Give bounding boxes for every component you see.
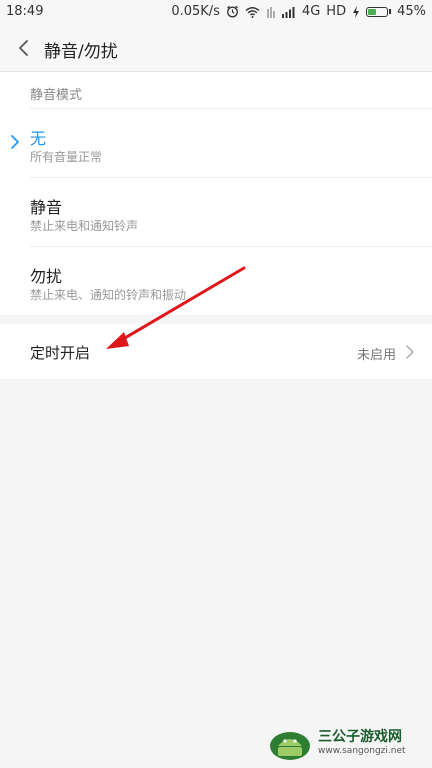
battery-icon [366, 6, 392, 17]
option-title: 勿扰 [30, 267, 63, 286]
watermark-url: www.sangongzi.net [318, 746, 406, 756]
schedule-status: 未启用 [356, 348, 396, 363]
network-type: 4G [301, 4, 321, 19]
watermark-name: 三公子游戏网 [318, 729, 402, 745]
section-label: 静音模式 [30, 88, 83, 103]
option-subtitle: 禁止来电、通知的铃声和振动 [30, 288, 187, 302]
option-subtitle: 所有音量正常 [30, 150, 103, 164]
option-title: 静音 [30, 198, 63, 217]
option-silent[interactable]: 静音 禁止来电和通知铃声 [0, 178, 432, 246]
schedule-title: 定时开启 [30, 344, 91, 362]
option-title: 无 [30, 129, 47, 148]
option-do-not-disturb[interactable]: 勿扰 禁止来电、通知的铃声和振动 [0, 247, 432, 315]
charging-icon [353, 5, 360, 18]
status-bar: 18:49 0.05K/s 4G HD 45% [0, 0, 432, 24]
option-subtitle: 禁止来电和通知铃声 [30, 219, 139, 233]
chevron-right-icon [406, 345, 414, 359]
status-time: 18:49 [6, 4, 44, 19]
page-title: 静音/勿扰 [44, 42, 118, 62]
site-watermark: 三公子游戏网 www.sangongzi.net [268, 724, 428, 764]
hd-indicator: HD [326, 4, 347, 19]
back-arrow-icon[interactable] [8, 32, 40, 64]
battery-percent: 45% [397, 4, 426, 19]
option-none[interactable]: 无 所有音量正常 [0, 109, 432, 177]
android-logo-icon [270, 732, 310, 760]
app-header: 静音/勿扰 [0, 24, 432, 72]
no-sim-signal-icon [267, 6, 275, 18]
silent-mode-section: 静音模式 无 所有音量正常 静音 禁止来电和通知铃声 勿扰 禁止来电、通知的铃声… [0, 72, 432, 315]
network-speed: 0.05K/s [171, 4, 220, 19]
selected-chevron-icon [11, 135, 19, 149]
signal-icon [281, 6, 295, 18]
alarm-icon [226, 5, 238, 18]
status-icons: 0.05K/s 4G HD 45% [171, 4, 426, 19]
schedule-row[interactable]: 定时开启 未启用 [0, 324, 432, 379]
wifi-icon [245, 6, 260, 18]
